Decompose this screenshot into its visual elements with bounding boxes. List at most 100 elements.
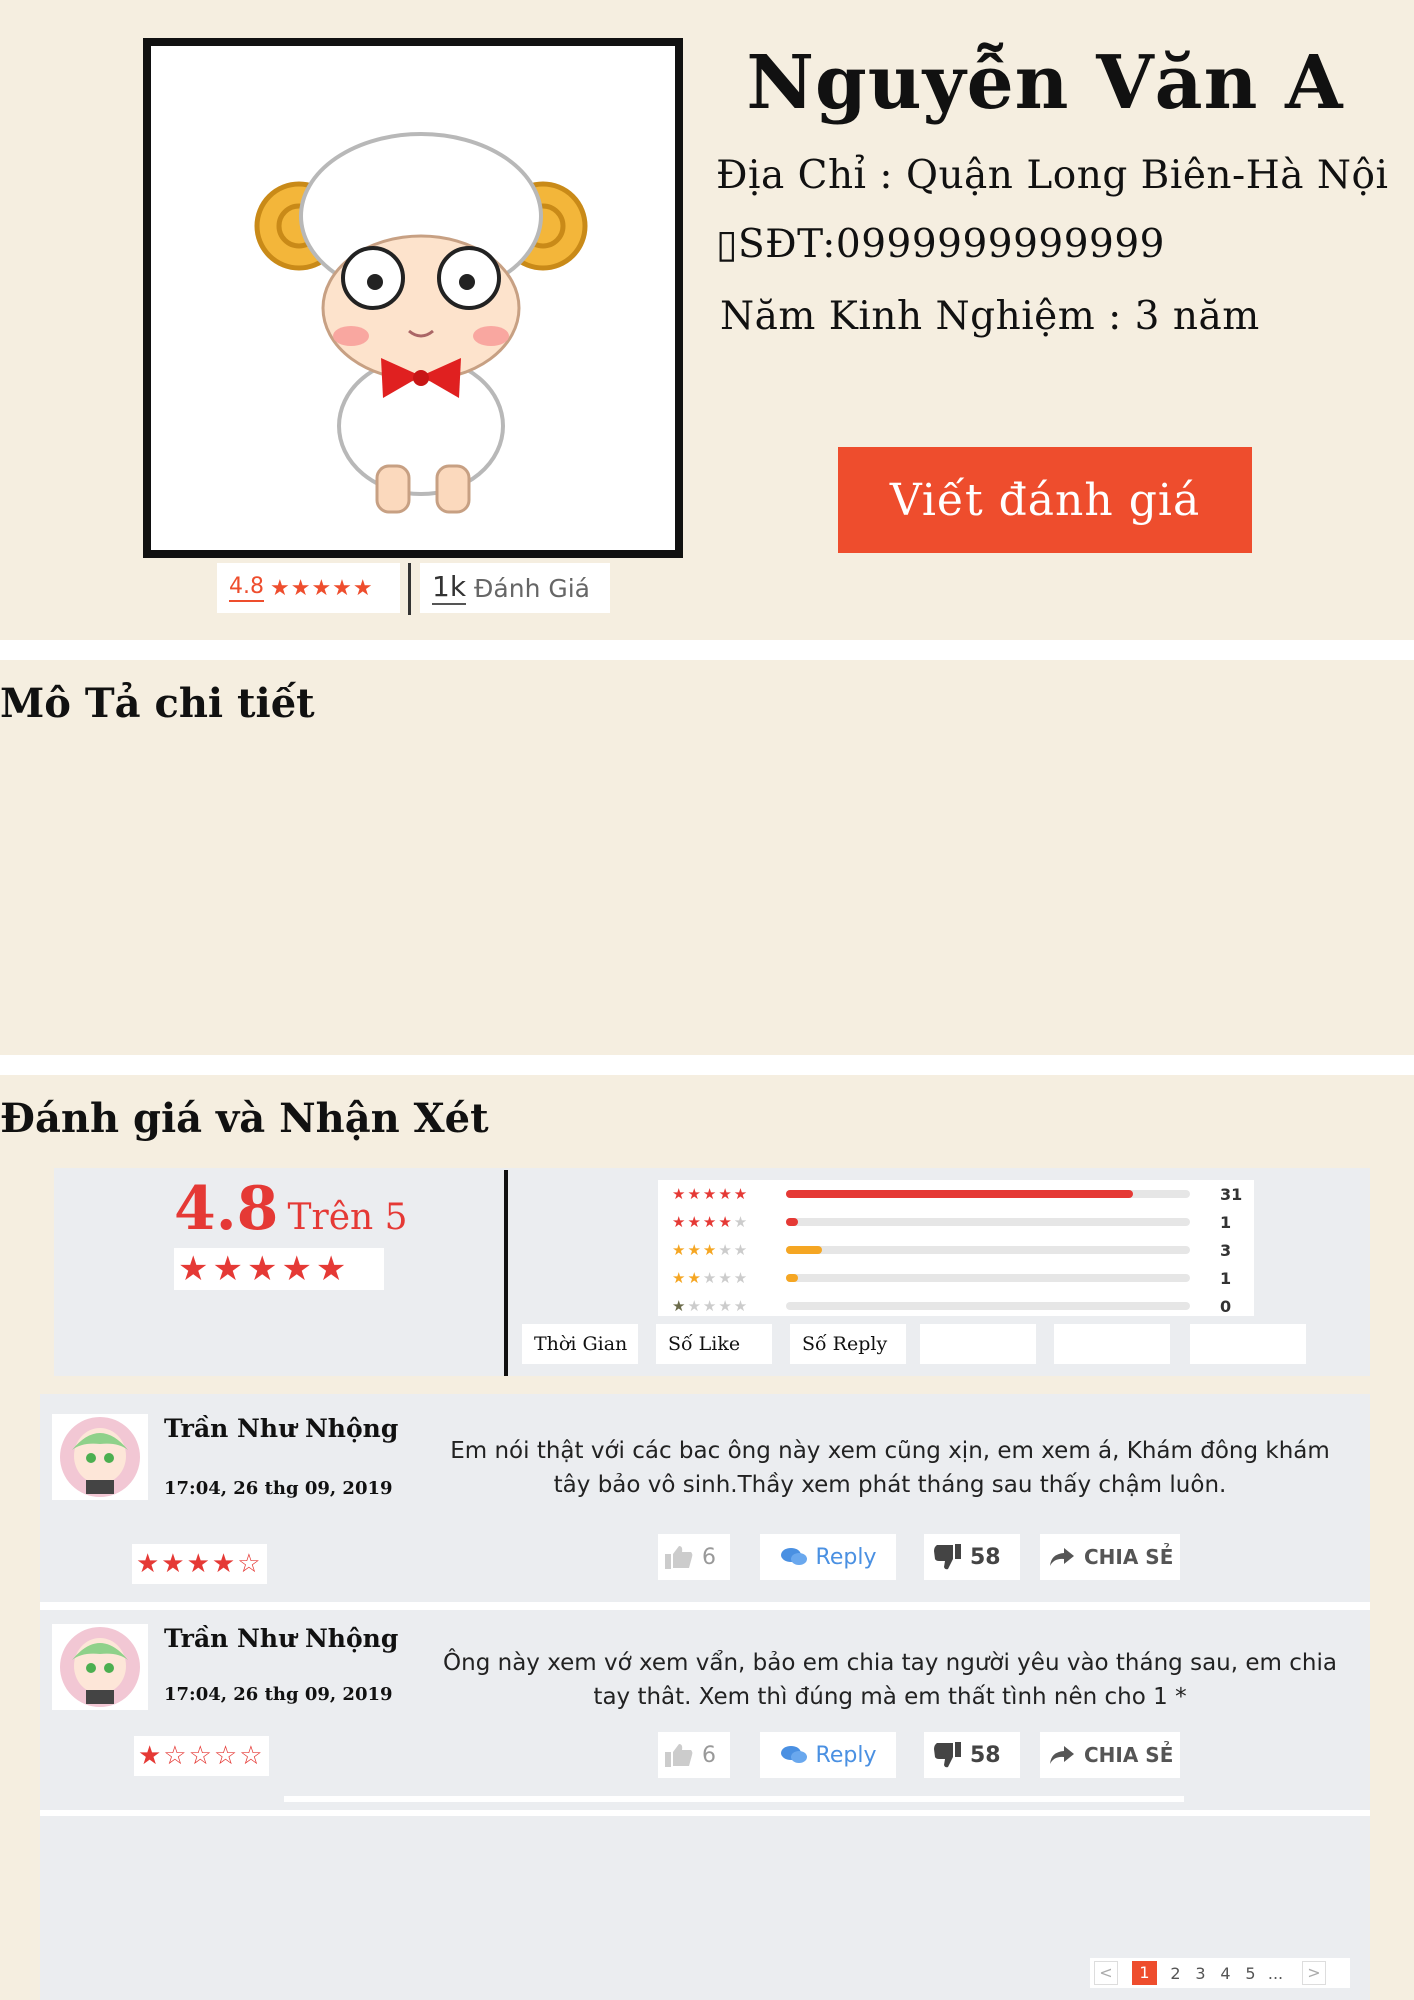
profile-avatar bbox=[143, 38, 683, 558]
rating-stars: ★★★★★ bbox=[270, 575, 374, 601]
review-date: 17:04, 26 thg 09, 2019 bbox=[164, 1684, 393, 1705]
thumbs-up-icon bbox=[665, 1744, 693, 1767]
review-separator bbox=[40, 1602, 1370, 1610]
pagination-next[interactable]: > bbox=[1302, 1961, 1326, 1985]
pagination-page[interactable]: 1 bbox=[1132, 1961, 1157, 1985]
bar-fill bbox=[786, 1274, 799, 1282]
profile-name: Nguyễn Văn A bbox=[746, 40, 1344, 126]
review-text: Em nói thật với các bac ông này xem cũng… bbox=[450, 1438, 1330, 1498]
reply-button[interactable]: Reply bbox=[760, 1534, 896, 1580]
summary-stars: ★★★★★ bbox=[174, 1248, 384, 1290]
profile-experience: Năm Kinh Nghiệm : 3 năm bbox=[720, 294, 1260, 339]
bar-count: 31 bbox=[1220, 1184, 1243, 1204]
rating-bar-row[interactable]: ★★★★★ 31 bbox=[658, 1180, 1254, 1208]
summary-score-value: 4.8 bbox=[174, 1174, 279, 1244]
rating-summary: 4.8 Trên 5 ★★★★★ ★★★★★ 31 ★★★★★ 1 ★★★★★ … bbox=[54, 1168, 1370, 1376]
chat-bubbles-icon bbox=[780, 1746, 807, 1763]
bar-count: 0 bbox=[1220, 1296, 1232, 1316]
thumbs-down-icon bbox=[934, 1742, 961, 1768]
description-title: Mô Tả chi tiết bbox=[0, 680, 315, 727]
thumbs-up-icon bbox=[665, 1546, 693, 1569]
chat-bubbles-icon bbox=[780, 1548, 807, 1565]
bar-track bbox=[786, 1274, 1190, 1282]
dislike-count: 58 bbox=[970, 1742, 1001, 1768]
summary-divider bbox=[504, 1170, 508, 1376]
pagination-page[interactable]: 2 bbox=[1163, 1964, 1188, 1983]
bar-track bbox=[786, 1190, 1190, 1198]
share-arrow-icon bbox=[1050, 1746, 1074, 1764]
share-button[interactable]: CHIA SẺ bbox=[1040, 1732, 1180, 1778]
bar-count: 1 bbox=[1220, 1268, 1232, 1288]
section-separator bbox=[0, 1055, 1414, 1075]
bar-stars: ★★★★★ bbox=[672, 1241, 750, 1259]
profile-address: Địa Chỉ : Quận Long Biên-Hà Nội bbox=[716, 153, 1389, 198]
reply-label: Reply bbox=[815, 1544, 877, 1570]
dislike-button[interactable]: 58 bbox=[924, 1732, 1020, 1778]
bar-stars: ★★★★★ bbox=[672, 1185, 750, 1203]
summary-out-of: Trên 5 bbox=[287, 1197, 408, 1238]
rating-value: 4.8 bbox=[229, 574, 264, 602]
avatar[interactable] bbox=[52, 1414, 148, 1500]
sheep-avatar-image bbox=[254, 132, 588, 514]
filter-empty[interactable] bbox=[1190, 1324, 1306, 1364]
bar-count: 1 bbox=[1220, 1212, 1232, 1232]
review-item: Trần Như Nhộng 17:04, 26 thg 09, 2019 ★☆… bbox=[40, 1610, 1370, 1810]
thumbs-down-icon bbox=[934, 1544, 961, 1570]
bar-fill bbox=[786, 1246, 823, 1254]
pagination-page[interactable]: 5 bbox=[1238, 1964, 1263, 1983]
rating-bar-row[interactable]: ★★★★★ 0 bbox=[658, 1292, 1254, 1320]
reviews-title: Đánh giá và Nhận Xét bbox=[0, 1095, 489, 1142]
review-count-chip[interactable]: 1k Đánh Giá bbox=[420, 563, 610, 613]
filter-likes[interactable]: Số Like bbox=[656, 1324, 772, 1364]
like-button[interactable]: 6 bbox=[658, 1732, 730, 1778]
review-stars: ★★★★☆ bbox=[132, 1544, 267, 1584]
review-author[interactable]: Trần Như Nhộng bbox=[164, 1414, 398, 1443]
like-button[interactable]: 6 bbox=[658, 1534, 730, 1580]
avatar[interactable] bbox=[52, 1624, 148, 1710]
review-text: Ông này xem vớ xem vẩn, bảo em chia tay … bbox=[443, 1650, 1337, 1710]
share-label: CHIA SẺ bbox=[1084, 1743, 1174, 1767]
review-date: 17:04, 26 thg 09, 2019 bbox=[164, 1478, 393, 1499]
profile-rating-chip[interactable]: 4.8 ★★★★★ bbox=[217, 563, 400, 613]
review-item: Trần Như Nhộng 17:04, 26 thg 09, 2019 ★★… bbox=[40, 1394, 1370, 1602]
filter-empty[interactable] bbox=[920, 1324, 1036, 1364]
dislike-count: 58 bbox=[970, 1544, 1001, 1570]
bar-track bbox=[786, 1218, 1190, 1226]
pagination: < 1 2 3 4 5 ... > bbox=[1090, 1958, 1350, 1988]
share-button[interactable]: CHIA SẺ bbox=[1040, 1534, 1180, 1580]
pagination-page[interactable]: 4 bbox=[1213, 1964, 1238, 1983]
profile-phone-text: SĐT:0999999999999 bbox=[737, 222, 1165, 267]
review-count-label: Đánh Giá bbox=[474, 573, 590, 603]
filter-empty[interactable] bbox=[1054, 1324, 1170, 1364]
rating-distribution: ★★★★★ 31 ★★★★★ 1 ★★★★★ 3 ★★★★★ 1 ★★★★★ 0 bbox=[658, 1180, 1254, 1316]
phone-glyph-icon: ▯ bbox=[716, 222, 738, 267]
like-count: 6 bbox=[702, 1742, 716, 1768]
bar-track bbox=[786, 1246, 1190, 1254]
summary-score: 4.8 Trên 5 bbox=[174, 1174, 408, 1244]
pagination-ellipsis: ... bbox=[1267, 1963, 1284, 1983]
bar-stars: ★★★★★ bbox=[672, 1213, 750, 1231]
anime-avatar-image bbox=[60, 1627, 140, 1707]
chip-divider bbox=[408, 563, 411, 615]
anime-avatar-image bbox=[60, 1417, 140, 1497]
reply-button[interactable]: Reply bbox=[760, 1732, 896, 1778]
bar-fill bbox=[786, 1190, 1134, 1198]
pagination-prev[interactable]: < bbox=[1094, 1961, 1118, 1985]
filter-replies[interactable]: Số Reply bbox=[790, 1324, 906, 1364]
review-author[interactable]: Trần Như Nhộng bbox=[164, 1624, 398, 1653]
pagination-page[interactable]: 3 bbox=[1188, 1964, 1213, 1983]
like-count: 6 bbox=[702, 1544, 716, 1570]
profile-phone: ▯SĐT:0999999999999 bbox=[716, 222, 1165, 267]
rating-bar-row[interactable]: ★★★★★ 1 bbox=[658, 1208, 1254, 1236]
review-count: 1k bbox=[432, 570, 467, 605]
write-review-button[interactable]: Viết đánh giá bbox=[838, 447, 1252, 553]
bar-stars: ★★★★★ bbox=[672, 1297, 750, 1315]
bar-count: 3 bbox=[1220, 1240, 1232, 1260]
filter-time[interactable]: Thời Gian bbox=[522, 1324, 638, 1364]
rating-bar-row[interactable]: ★★★★★ 1 bbox=[658, 1264, 1254, 1292]
dislike-button[interactable]: 58 bbox=[924, 1534, 1020, 1580]
share-label: CHIA SẺ bbox=[1084, 1545, 1174, 1569]
reply-label: Reply bbox=[815, 1742, 877, 1768]
bar-track bbox=[786, 1302, 1190, 1310]
rating-bar-row[interactable]: ★★★★★ 3 bbox=[658, 1236, 1254, 1264]
